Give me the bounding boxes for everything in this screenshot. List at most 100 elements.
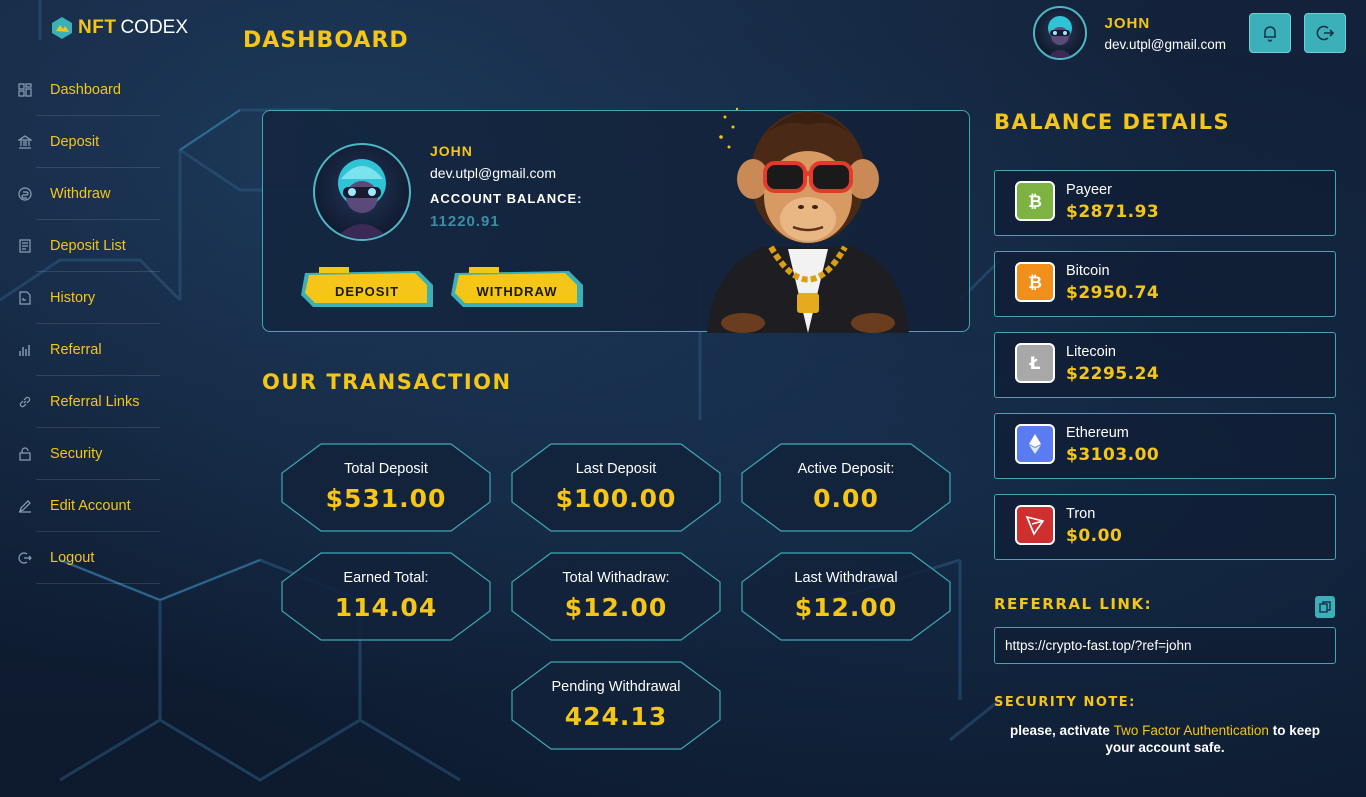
security-note-prefix: please, activate: [1010, 723, 1114, 738]
header-user: JOHN dev.utpl@gmail.com: [1032, 6, 1346, 60]
stat-card-active-deposit: Active Deposit: 0.00: [741, 443, 951, 532]
transactions-title: OUR TRANSACTION: [262, 370, 512, 394]
coin-name: Tron: [1066, 506, 1096, 522]
stat-card-earned-total: Earned Total: 114.04: [281, 552, 491, 641]
stat-value: $531.00: [325, 484, 447, 513]
deposit-button-label: DEPOSIT: [334, 283, 400, 299]
sidebar-item-label: Security: [50, 446, 103, 462]
deposit-button[interactable]: DEPOSIT: [299, 267, 435, 311]
logout-icon: [18, 551, 32, 565]
sidebar-item-logout[interactable]: Logout: [0, 532, 170, 584]
sidebar-item-security[interactable]: Security: [0, 428, 170, 480]
stat-label: Active Deposit:: [797, 461, 895, 477]
copy-referral-button[interactable]: [1315, 596, 1335, 618]
page-title: DASHBOARD: [243, 28, 409, 53]
profile-email: dev.utpl@gmail.com: [430, 165, 556, 181]
notifications-button[interactable]: [1249, 13, 1291, 53]
history-icon: [18, 291, 32, 305]
stat-card-last-withdrawal: Last Withdrawal $12.00: [741, 552, 951, 641]
sidebar-item-label: Withdraw: [50, 186, 111, 202]
sidebar-nav: Dashboard Deposit Withdraw Deposit List …: [0, 64, 170, 584]
stat-card-total-deposit: Total Deposit $531.00: [281, 443, 491, 532]
document-icon: [18, 239, 32, 253]
profile-name: JOHN: [430, 143, 473, 159]
logo-mark-icon: [52, 17, 72, 39]
stat-card-last-deposit: Last Deposit $100.00: [511, 443, 721, 532]
grid-icon: [18, 83, 32, 97]
monkey-mascot-image: [707, 107, 909, 333]
coin-card-tron: Tron $0.00: [994, 494, 1336, 560]
balance-details-title: BALANCE DETAILS: [994, 110, 1231, 134]
avatar[interactable]: [1032, 6, 1087, 60]
coin-card-litecoin: Ł Litecoin $2295.24: [994, 332, 1336, 398]
coin-amount: $2871.93: [1066, 202, 1160, 222]
withdraw-button-label: WITHDRAW: [476, 283, 558, 299]
sidebar-item-dashboard[interactable]: Dashboard: [0, 64, 170, 116]
sidebar: NFT CODEX Dashboard Deposit Withdraw Dep…: [0, 0, 188, 797]
svg-text:₿: ₿: [1028, 273, 1042, 293]
copy-icon: [1319, 601, 1331, 613]
stat-value: $12.00: [564, 593, 668, 622]
account-balance-label: ACCOUNT BALANCE:: [430, 191, 583, 206]
account-balance-value: 11220.91: [430, 213, 500, 230]
stat-value: 114.04: [334, 593, 438, 622]
referral-link-input[interactable]: [994, 627, 1336, 664]
litecoin-icon: Ł: [1015, 343, 1055, 383]
coin-name: Payeer: [1066, 182, 1112, 198]
sidebar-item-edit-account[interactable]: Edit Account: [0, 480, 170, 532]
stat-label: Last Withdrawal: [794, 570, 898, 586]
sidebar-item-referral[interactable]: Referral: [0, 324, 170, 376]
profile-avatar: [313, 143, 411, 241]
sidebar-item-label: Referral Links: [50, 394, 140, 410]
stat-label: Total Deposit: [344, 461, 428, 477]
stat-label: Total Withadraw:: [562, 570, 670, 586]
stat-card-pending-withdrawal: Pending Withdrawal 424.13: [511, 661, 721, 750]
logout-icon: [1316, 25, 1334, 41]
sidebar-item-deposit-list[interactable]: Deposit List: [0, 220, 170, 272]
stat-value: 424.13: [564, 702, 668, 731]
coin-icon: [18, 187, 32, 201]
withdraw-button[interactable]: WITHDRAW: [449, 267, 585, 311]
stat-label: Pending Withdrawal: [551, 679, 681, 695]
stat-value: 0.00: [813, 484, 879, 513]
security-note-title: SECURITY NOTE:: [994, 695, 1136, 710]
stat-label: Last Deposit: [575, 461, 657, 477]
logo-codex-text: CODEX: [120, 17, 189, 38]
tron-icon: [1015, 505, 1055, 545]
stat-value: $100.00: [555, 484, 677, 513]
referral-link-title: REFERRAL LINK:: [994, 595, 1153, 613]
coin-card-ethereum: Ethereum $3103.00: [994, 413, 1336, 479]
coin-name: Bitcoin: [1066, 263, 1110, 279]
bitcoin-icon: ₿: [1015, 181, 1055, 221]
logout-button[interactable]: [1304, 13, 1346, 53]
header-user-name: JOHN: [1104, 14, 1151, 32]
bell-icon: [1264, 26, 1276, 42]
sidebar-item-label: Logout: [50, 550, 95, 566]
stat-value: $12.00: [794, 593, 898, 622]
sidebar-item-deposit[interactable]: Deposit: [0, 116, 170, 168]
sidebar-item-withdraw[interactable]: Withdraw: [0, 168, 170, 220]
coin-card-payeer: ₿ Payeer $2871.93: [994, 170, 1336, 236]
stat-label: Earned Total:: [343, 570, 429, 586]
sidebar-item-label: Deposit: [50, 134, 100, 150]
brand-logo[interactable]: NFT CODEX: [50, 16, 188, 40]
logo-nft-text: NFT: [78, 17, 117, 38]
coin-amount: $2295.24: [1066, 364, 1160, 384]
link-icon: [18, 395, 32, 409]
sidebar-item-label: History: [50, 290, 96, 306]
coin-name: Ethereum: [1066, 425, 1129, 441]
pencil-icon: [18, 499, 32, 513]
sidebar-item-label: Deposit List: [50, 238, 126, 254]
sidebar-item-history[interactable]: History: [0, 272, 170, 324]
sidebar-item-label: Referral: [50, 342, 102, 358]
sidebar-item-label: Dashboard: [50, 82, 121, 98]
sidebar-item-label: Edit Account: [50, 498, 131, 514]
stat-card-total-withdraw: Total Withadraw: $12.00: [511, 552, 721, 641]
two-factor-link[interactable]: Two Factor Authentication: [1114, 723, 1269, 738]
bar-chart-icon: [18, 343, 32, 357]
security-note-text: please, activate Two Factor Authenticati…: [994, 722, 1336, 756]
sidebar-item-referral-links[interactable]: Referral Links: [0, 376, 170, 428]
coin-amount: $2950.74: [1066, 283, 1160, 303]
coin-card-bitcoin: ₿ Bitcoin $2950.74: [994, 251, 1336, 317]
coin-amount: $0.00: [1066, 526, 1123, 546]
